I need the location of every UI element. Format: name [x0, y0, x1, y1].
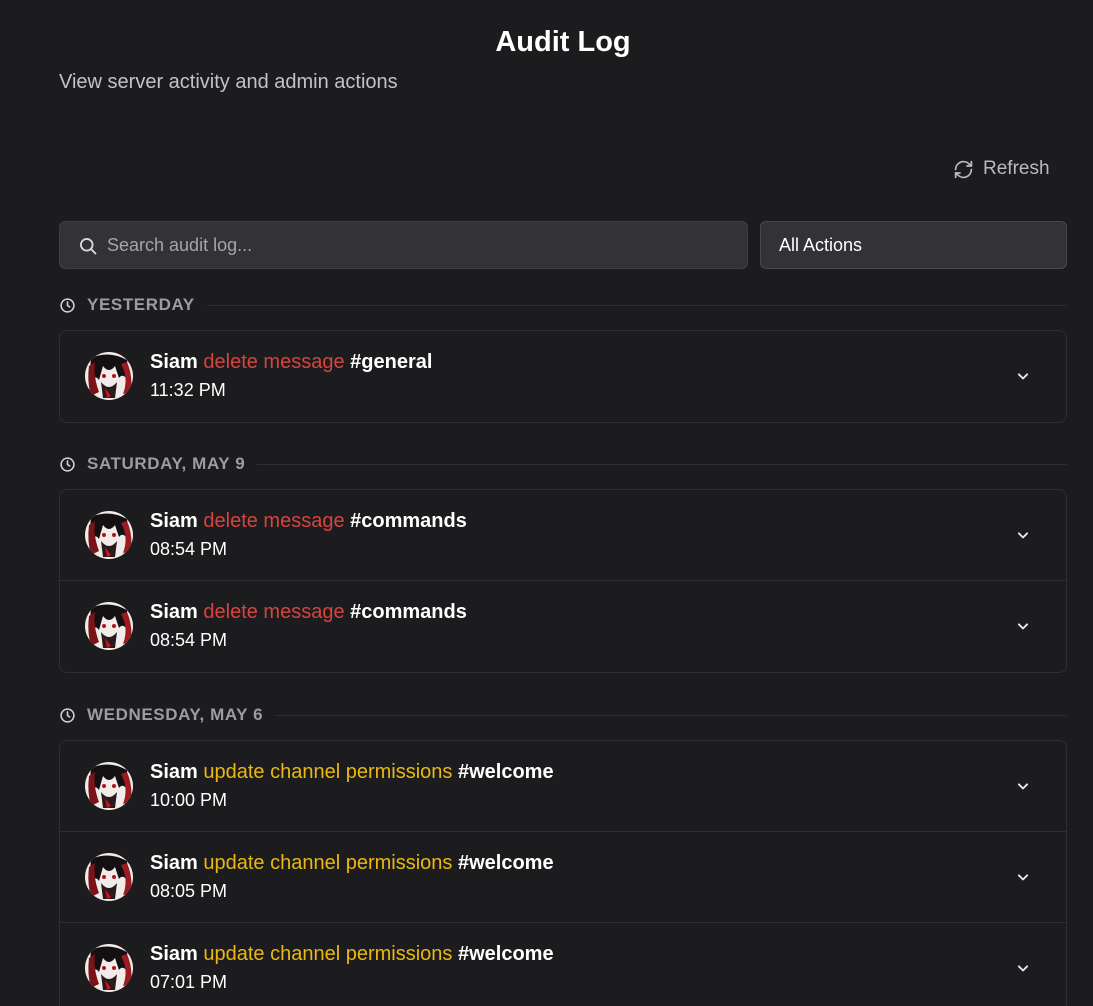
chevron-down-icon[interactable] [1013, 525, 1033, 545]
audit-time: 11:32 PM [150, 380, 226, 400]
audit-channel: #welcome [457, 943, 554, 965]
audit-time: 07:01 PM [150, 972, 228, 992]
audit-time: 08:05 PM [150, 881, 228, 901]
audit-log-page: Audit Log View server activity and admin… [0, 0, 1093, 1006]
page-subtitle: View server activity and admin actions [59, 71, 398, 93]
chevron-down-icon[interactable] [1013, 616, 1033, 636]
action-filter-select[interactable]: All Actions [760, 221, 1067, 269]
audit-user: Siam [150, 510, 198, 532]
refresh-button[interactable]: Refresh [953, 155, 1050, 183]
avatar-image [85, 352, 133, 400]
divider [275, 714, 1067, 716]
avatar [85, 853, 133, 901]
audit-time: 10:00 PM [150, 790, 228, 810]
date-group-header: YESTERDAY [59, 293, 1067, 317]
audit-channel: #general [350, 351, 433, 373]
audit-time: 08:54 PM [150, 539, 228, 559]
page-title: Audit Log [495, 26, 631, 58]
audit-action: update channel permissions [203, 761, 453, 783]
divider [257, 463, 1067, 465]
avatar [85, 762, 133, 810]
audit-entry[interactable]: Siam update channel permissions #welcome… [60, 741, 1066, 832]
audit-entry[interactable]: Siam update channel permissions #welcome… [60, 832, 1066, 923]
audit-entry[interactable]: Siam delete message #general 11:32 PM [60, 331, 1066, 422]
audit-channel: #welcome [457, 852, 554, 874]
clock-icon [60, 456, 75, 472]
refresh-label: Refresh [983, 158, 1050, 179]
audit-user: Siam [150, 761, 198, 783]
audit-entry-summary: Siam delete message #commands [150, 601, 467, 624]
clock-icon [60, 707, 75, 723]
audit-user: Siam [150, 601, 198, 623]
search-icon [80, 238, 97, 255]
audit-entry-summary: Siam update channel permissions #welcome [150, 761, 554, 784]
avatar [85, 352, 133, 400]
avatar-image [85, 602, 133, 650]
chevron-down-icon[interactable] [1013, 366, 1033, 386]
audit-action: update channel permissions [203, 943, 453, 965]
audit-user: Siam [150, 852, 198, 874]
audit-entry-group: Siam delete message #general 11:32 PM [59, 330, 1067, 423]
audit-action: delete message [203, 601, 345, 623]
chevron-down-icon[interactable] [1013, 776, 1033, 796]
audit-entry-group: Siam update channel permissions #welcome… [59, 740, 1067, 1006]
avatar-image [85, 762, 133, 810]
chevron-down-icon[interactable] [1013, 958, 1033, 978]
audit-entry[interactable]: Siam delete message #commands 08:54 PM [60, 581, 1066, 672]
search-box [59, 221, 748, 269]
audit-entry-summary: Siam delete message #commands [150, 510, 467, 533]
avatar [85, 944, 133, 992]
audit-time: 08:54 PM [150, 630, 228, 650]
audit-channel: #commands [350, 601, 467, 623]
audit-channel: #commands [350, 510, 467, 532]
avatar-image [85, 853, 133, 901]
clock-icon [60, 297, 75, 313]
divider [206, 304, 1067, 306]
audit-action: delete message [203, 351, 345, 373]
date-group-label: SATURDAY, MAY 9 [87, 454, 246, 473]
chevron-down-icon[interactable] [1013, 867, 1033, 887]
date-group-label: WEDNESDAY, MAY 6 [87, 705, 264, 724]
avatar [85, 511, 133, 559]
audit-entry[interactable]: Siam update channel permissions #welcome… [60, 923, 1066, 1006]
audit-entry-group: Siam delete message #commands 08:54 PM Sia… [59, 489, 1067, 673]
audit-action: delete message [203, 510, 345, 532]
avatar [85, 602, 133, 650]
audit-user: Siam [150, 351, 198, 373]
audit-action: update channel permissions [203, 852, 453, 874]
avatar-image [85, 511, 133, 559]
audit-user: Siam [150, 943, 198, 965]
audit-entry-summary: Siam update channel permissions #welcome [150, 943, 554, 966]
date-group-header: WEDNESDAY, MAY 6 [59, 703, 1067, 727]
refresh-icon [954, 160, 973, 178]
audit-channel: #welcome [457, 761, 554, 783]
date-group-header: SATURDAY, MAY 9 [59, 452, 1067, 476]
search-input[interactable] [107, 222, 727, 268]
audit-entry[interactable]: Siam delete message #commands 08:54 PM [60, 490, 1066, 581]
avatar-image [85, 944, 133, 992]
audit-entry-summary: Siam delete message #general [150, 351, 432, 374]
date-group-label: YESTERDAY [87, 295, 195, 314]
audit-entry-summary: Siam update channel permissions #welcome [150, 852, 554, 875]
